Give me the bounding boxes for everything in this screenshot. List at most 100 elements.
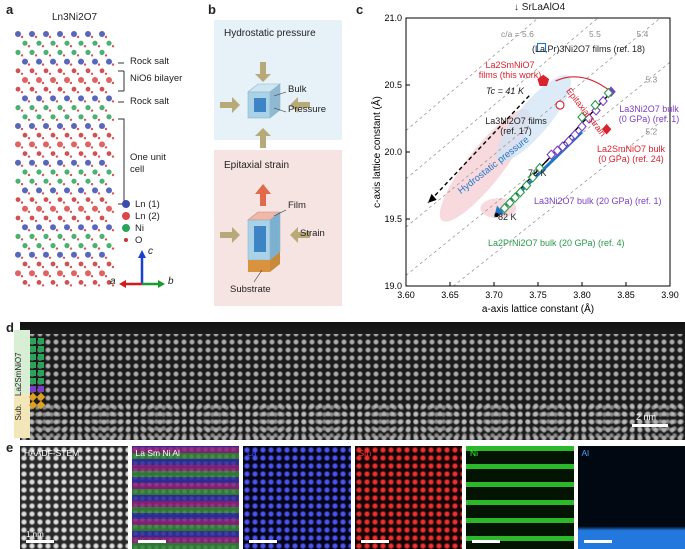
atom	[43, 68, 49, 74]
atom	[71, 233, 77, 239]
oxygen-atom	[90, 54, 94, 57]
atom	[22, 169, 28, 175]
atom	[85, 215, 91, 221]
oxygen-atom	[76, 91, 80, 94]
atom	[43, 215, 49, 221]
oxygen-atom	[41, 247, 45, 250]
oxygen-atom	[48, 201, 52, 204]
atom	[50, 243, 56, 249]
atom	[22, 58, 28, 65]
atom-markers	[28, 338, 46, 410]
atom	[36, 224, 42, 231]
oxygen-atom	[104, 183, 108, 186]
oxygen-atom	[27, 137, 31, 140]
oxygen-atom	[97, 81, 101, 85]
atom	[78, 205, 84, 212]
atom	[29, 197, 35, 203]
atom	[22, 95, 28, 102]
atom	[36, 243, 42, 249]
atom	[57, 31, 63, 37]
atom	[99, 123, 105, 129]
oxygen-atom	[83, 155, 87, 158]
oxygen-atom	[55, 247, 59, 250]
oxygen-atom	[48, 146, 52, 149]
atom	[29, 251, 35, 258]
oxygen-atom	[41, 173, 45, 177]
oxygen-atom	[48, 219, 52, 223]
atom	[57, 251, 63, 258]
oxygen-atom	[34, 201, 38, 204]
atom	[36, 187, 42, 194]
atom	[29, 178, 35, 184]
atom	[29, 31, 35, 37]
oxygen-atom	[48, 256, 52, 259]
atom	[106, 205, 112, 212]
oxygen-atom	[62, 238, 66, 241]
atom	[106, 187, 112, 194]
oxygen-atom	[69, 247, 73, 250]
oxygen-atom	[83, 137, 87, 140]
atom	[64, 40, 70, 46]
atom	[15, 270, 21, 277]
ann-tc: Tc = 41 K	[486, 86, 524, 96]
atom	[92, 151, 98, 156]
eds-scale-bar	[137, 540, 166, 543]
atom	[50, 205, 56, 212]
legend-item: Ni	[122, 222, 160, 234]
atom	[106, 151, 112, 156]
oxygen-atom	[104, 275, 108, 278]
atom	[36, 77, 42, 83]
y-tick-label: 20.5	[384, 80, 402, 90]
atom	[22, 114, 28, 120]
oxygen-atom	[104, 238, 108, 241]
oxygen-atom	[20, 256, 24, 259]
oxygen-atom	[104, 146, 108, 149]
oxygen-atom	[41, 118, 45, 122]
oxygen-atom	[62, 183, 66, 186]
oxygen-atom	[104, 127, 108, 131]
atom	[106, 224, 112, 231]
atom	[22, 261, 28, 267]
oxygen-atom	[62, 146, 66, 149]
substrate-label: Substrate	[230, 284, 271, 295]
ann-lanio-bulk: La3Ni2O7 bulk (0 GPa) (ref. 1)	[618, 104, 680, 124]
atom	[99, 159, 105, 166]
panel-d-label: d	[6, 320, 14, 335]
oxygen-atom	[41, 284, 45, 287]
eds-tile-title: Al	[581, 448, 590, 458]
oxygen-atom	[48, 164, 52, 167]
atom	[106, 114, 112, 120]
oxygen-atom	[83, 100, 87, 103]
legend-item: Ln (2)	[122, 210, 160, 222]
oxygen-atom	[62, 91, 66, 94]
oxygen-atom	[104, 35, 108, 39]
oxygen-atom	[76, 127, 80, 131]
oxygen-atom	[34, 91, 38, 94]
atom	[85, 68, 91, 74]
oxygen-atom	[20, 109, 24, 112]
atom	[85, 86, 91, 92]
oxygen-atom	[27, 192, 31, 195]
atom	[64, 261, 70, 267]
atom	[22, 205, 28, 212]
ann-lapr-films: (La,Pr)3Ni2O7 films (ref. 18)	[532, 44, 646, 54]
atom	[71, 197, 77, 203]
oxygen-atom	[20, 91, 24, 94]
oxygen-atom	[76, 109, 80, 112]
atom	[15, 178, 21, 184]
atom	[71, 105, 77, 111]
label-bilayer: NiO6 bilayer	[130, 73, 183, 84]
oxygen-atom	[34, 183, 38, 186]
oxygen-atom	[69, 192, 73, 195]
oxygen-atom	[111, 265, 115, 269]
atom	[78, 261, 84, 267]
atom	[57, 178, 63, 184]
oxygen-atom	[76, 72, 80, 75]
atom	[50, 169, 56, 175]
oxygen-atom	[111, 229, 115, 232]
atom	[85, 123, 91, 129]
atom	[43, 49, 49, 55]
ca-label: 5.4	[637, 29, 649, 39]
oxygen-atom	[90, 201, 94, 204]
atom	[99, 270, 105, 277]
